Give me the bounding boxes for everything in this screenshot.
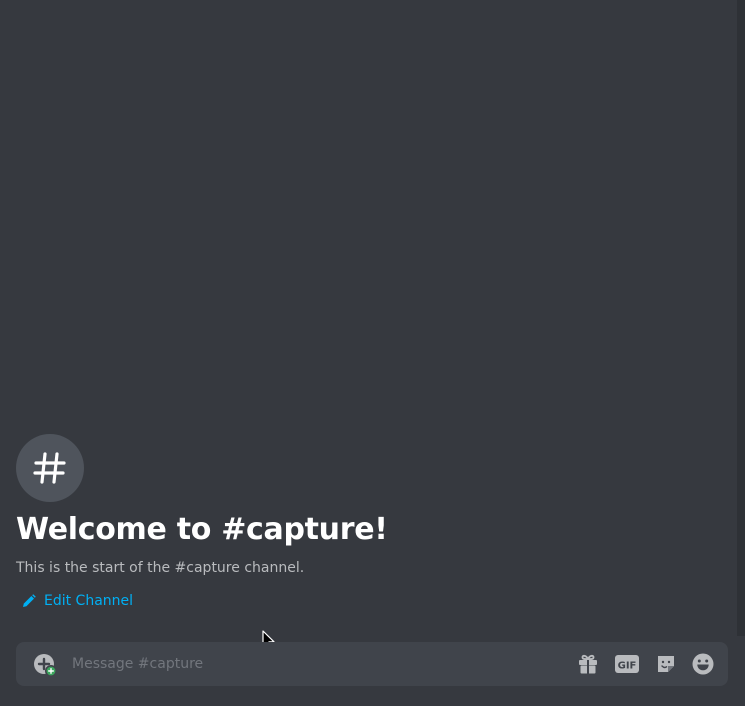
message-scrollbar[interactable]: [737, 0, 745, 636]
message-input[interactable]: [72, 642, 562, 686]
emoji-button[interactable]: [690, 651, 716, 677]
emoji-icon: [692, 653, 714, 675]
chat-view: Welcome to #capture! This is the start o…: [0, 0, 745, 706]
attach-plus-icon: [34, 654, 57, 677]
edit-channel-label: Edit Channel: [44, 593, 134, 609]
pencil-icon: [23, 594, 36, 607]
attach-button[interactable]: [32, 652, 58, 678]
message-composer: GIF: [16, 642, 728, 686]
welcome-title: Welcome to #capture!: [16, 512, 388, 547]
sticker-button[interactable]: [653, 651, 679, 677]
gif-button[interactable]: GIF: [614, 651, 640, 677]
gif-label: GIF: [618, 661, 637, 672]
gift-button[interactable]: [575, 651, 601, 677]
welcome-subtitle: This is the start of the #capture channe…: [16, 560, 305, 576]
gif-icon: GIF: [615, 655, 639, 673]
edit-channel-button[interactable]: Edit Channel: [22, 590, 133, 612]
gift-icon: [579, 654, 597, 674]
channel-icon-circle: [16, 434, 84, 502]
sticker-icon: [658, 656, 674, 672]
hash-icon: [33, 452, 66, 484]
